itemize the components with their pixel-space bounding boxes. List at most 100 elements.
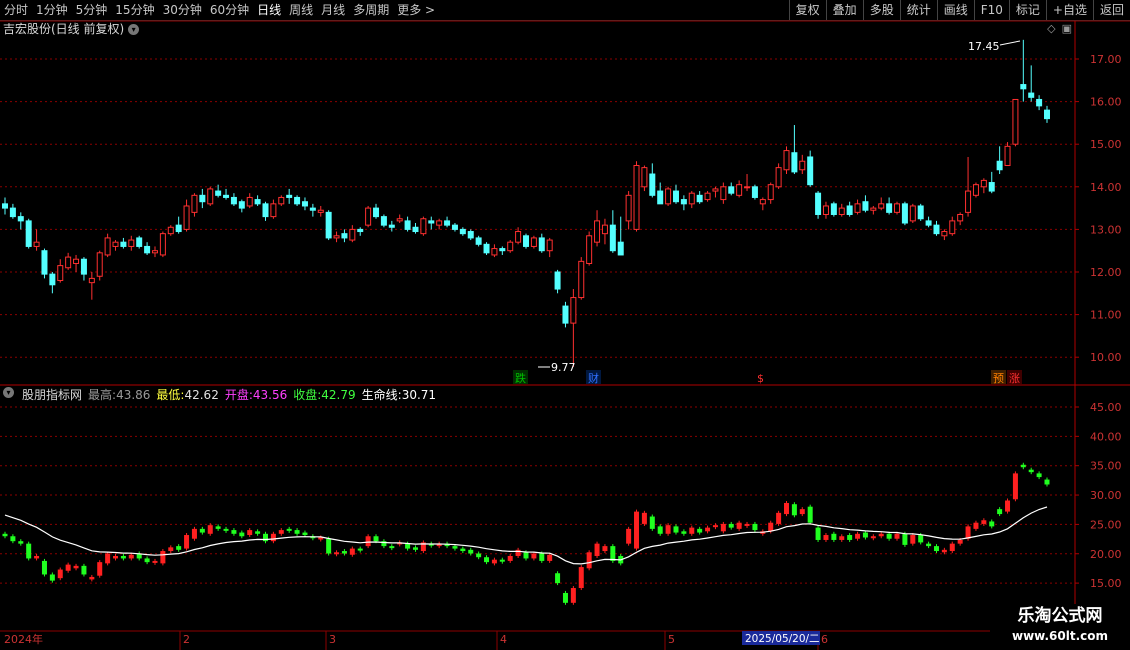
indicator-bar: [231, 530, 237, 534]
indicator-bar: [886, 533, 892, 539]
candle-body: [941, 231, 948, 237]
indicator-bar: [862, 532, 868, 538]
indicator-bar: [507, 555, 513, 561]
indicator-bar: [34, 555, 40, 559]
candle-body: [641, 167, 648, 188]
candle-body: [530, 237, 537, 247]
ind-life-label: 生命线:: [361, 388, 402, 402]
candle-body: [972, 184, 979, 196]
indicator-bar: [989, 521, 995, 527]
indicator-bar: [902, 533, 908, 545]
candle-body: [957, 213, 964, 222]
price-axis: 17.00 16.00 15.00 14.00 13.00 12.00 11.00 10.00: [1090, 53, 1122, 364]
indicator-bar: [720, 523, 726, 532]
ind-high-value: 43.86: [116, 388, 151, 402]
cursor-date: 2025/05/20/二: [745, 633, 820, 645]
indicator-bar: [839, 536, 845, 540]
indicator-bar: [791, 504, 797, 516]
candle-body: [507, 241, 514, 252]
indicator-bar: [831, 533, 837, 540]
watermark: 乐淘公式网 www.60lt.com: [990, 604, 1130, 650]
stock-title: 吉宏股份(日线 前复权): [3, 22, 125, 36]
indicator-bar: [1012, 473, 1018, 500]
indicator-bar: [539, 553, 545, 561]
indicator-bar: [499, 559, 505, 562]
indicator-bar: [49, 574, 55, 581]
candle-body: [341, 233, 348, 239]
candle-body: [562, 305, 569, 324]
indicator-bar: [626, 528, 632, 544]
panel-corner-icons: ◇ ▣: [1047, 22, 1072, 35]
candle-body: [775, 167, 782, 188]
indicator-bar: [689, 527, 695, 534]
indicator-bar: [10, 536, 16, 542]
indicator-tick-label: 20.00: [1090, 548, 1122, 561]
indicator-bar: [610, 546, 616, 561]
indicator-bar: [1044, 479, 1050, 485]
candle-body: [404, 220, 411, 230]
candle-body: [151, 250, 158, 254]
candle-body: [846, 205, 853, 215]
stock-chart[interactable]: 17.00 16.00 15.00 14.00 13.00 12.00 11.00 10.00…: [0, 0, 1130, 650]
indicator-bar: [823, 535, 829, 540]
indicator-bar: [641, 512, 647, 524]
candle-body: [49, 273, 56, 286]
candle-body: [538, 237, 545, 252]
indicator-bar: [73, 565, 79, 569]
indicator-bar: [365, 536, 371, 547]
indicator-bar: [997, 509, 1003, 515]
candle-body: [65, 256, 72, 269]
indicator-bar: [484, 557, 490, 563]
indicator-bar: [2, 533, 8, 537]
indicator-bar: [215, 526, 221, 529]
month-label-5: 5: [668, 633, 675, 646]
price-tick-label: 17.00: [1090, 53, 1122, 66]
candle-body: [672, 190, 679, 203]
indicator-bar: [870, 536, 876, 539]
candle-body: [1028, 92, 1035, 98]
candle-body: [325, 211, 332, 239]
signal-markers: 跌 财 $ 预 涨: [513, 370, 1022, 385]
chevron-down-icon[interactable]: ▾: [128, 24, 140, 35]
candle-body: [365, 207, 372, 226]
month-label-3: 3: [329, 633, 336, 646]
window-icon[interactable]: ▣: [1062, 22, 1072, 35]
indicator-bar: [784, 502, 789, 515]
main-panel-title: 吉宏股份(日线 前复权) ▾: [3, 21, 140, 37]
indicator-bar: [933, 546, 939, 552]
ind-close-value: 42.79: [321, 388, 356, 402]
candle-body: [830, 203, 837, 215]
candle-body: [270, 203, 277, 218]
indicator-bar: [286, 528, 292, 531]
diamond-icon[interactable]: ◇: [1047, 22, 1055, 35]
indicator-bar: [586, 552, 592, 569]
indicator-bar: [89, 576, 95, 580]
candle-body: [88, 277, 95, 284]
candle-body: [286, 194, 293, 198]
chevron-down-icon[interactable]: ▾: [3, 387, 14, 398]
candle-body: [499, 248, 506, 252]
candle-body: [554, 271, 561, 290]
candle-body: [112, 241, 119, 247]
candle-body: [1004, 145, 1011, 167]
candle-body: [870, 207, 877, 211]
candle-body: [199, 194, 206, 203]
candle-body: [349, 228, 356, 241]
indicator-tick-label: 25.00: [1090, 518, 1122, 531]
indicator-bar: [389, 546, 395, 549]
indicator-tick-label: 15.00: [1090, 577, 1122, 590]
candle-body: [491, 248, 498, 256]
month-label-2: 2: [183, 633, 190, 646]
candle-body: [1012, 98, 1019, 145]
indicator-tick-label: 30.00: [1090, 489, 1122, 502]
indicator-bar: [97, 562, 103, 576]
year-label: 2024年: [4, 632, 43, 646]
high-pointer: [999, 40, 1021, 46]
candle-body: [73, 258, 80, 264]
candle-body: [965, 190, 972, 213]
candle-body: [570, 297, 577, 324]
indicator-bar: [949, 543, 955, 552]
indicator-bar: [120, 555, 126, 559]
indicator-bar: [768, 522, 774, 532]
candle-body: [609, 224, 616, 252]
